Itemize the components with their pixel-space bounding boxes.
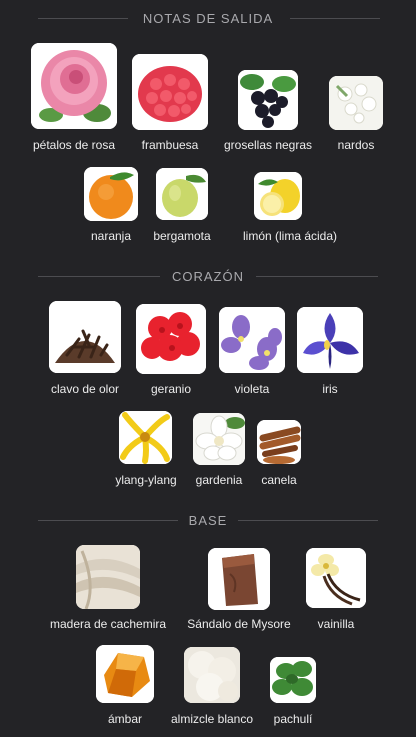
blackcurrant-photo [238, 70, 298, 130]
note-label: pétalos de rosa [32, 138, 116, 152]
raspberry-photo [132, 54, 208, 130]
cashmere-wood-photo [76, 545, 140, 609]
note-label: limón (lima ácida) [242, 229, 338, 243]
patchouli-photo [270, 657, 316, 703]
note-label: naranja [90, 229, 132, 243]
rose-photo [31, 43, 117, 129]
divider [238, 520, 378, 521]
note-label: canela [261, 473, 297, 487]
ylang-ylang-photo [119, 411, 172, 464]
section-header-top-notes: NOTAS DE SALIDA [0, 8, 416, 28]
note-label: clavo de olor [50, 382, 120, 396]
note-label: pachulí [273, 712, 313, 726]
divider [38, 276, 160, 277]
section-header-base-notes: BASE [0, 510, 416, 530]
section-title: CORAZÓN [172, 268, 244, 284]
note-label: nardos [337, 138, 375, 152]
vanilla-photo [306, 548, 366, 608]
note-label: almizcle blanco [170, 712, 254, 726]
amber-photo [96, 645, 154, 703]
section-header-heart-notes: CORAZÓN [0, 266, 416, 286]
note-label: Sándalo de Mysore [187, 617, 291, 631]
divider [290, 18, 380, 19]
notes-page: NOTAS DE SALIDA pétalos de rosa frambues… [0, 0, 416, 737]
note-label: madera de cachemira [49, 617, 167, 631]
section-title: BASE [188, 512, 228, 528]
note-label: gardenia [195, 473, 243, 487]
note-label: frambuesa [141, 138, 199, 152]
bergamot-photo [156, 168, 208, 220]
iris-photo [297, 307, 363, 373]
note-label: ylang-ylang [115, 473, 177, 487]
gardenia-photo [193, 413, 245, 465]
clove-photo [49, 301, 121, 373]
cinnamon-photo [257, 420, 301, 464]
note-label: bergamota [153, 229, 211, 243]
note-label: violeta [234, 382, 270, 396]
sandalwood-photo [208, 548, 270, 610]
note-label: iris [322, 382, 338, 396]
note-label: geranio [150, 382, 192, 396]
note-label: grosellas negras [223, 138, 313, 152]
divider [38, 18, 128, 19]
white-musk-photo [184, 647, 240, 703]
divider [256, 276, 378, 277]
violet-photo [219, 307, 285, 373]
orange-photo [84, 167, 138, 221]
geranium-photo [136, 304, 206, 374]
note-label: ámbar [107, 712, 143, 726]
lemon-photo [254, 172, 302, 220]
divider [38, 520, 178, 521]
section-title: NOTAS DE SALIDA [142, 10, 274, 26]
tuberose-photo [329, 76, 383, 130]
note-label: vainilla [317, 617, 355, 631]
